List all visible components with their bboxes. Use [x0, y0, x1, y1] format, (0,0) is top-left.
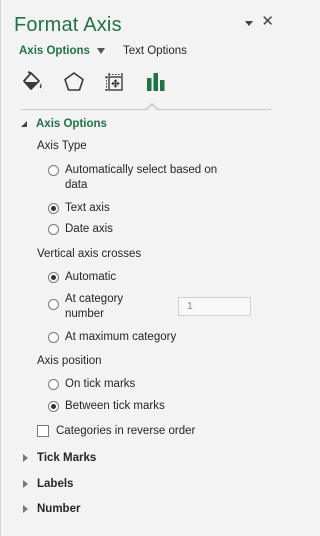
section-labels[interactable]: Labels — [21, 478, 73, 490]
collapsed-triangle-icon — [23, 454, 28, 462]
checkbox-label: Categories in reverse order — [56, 425, 196, 437]
tab-axis-options[interactable]: Axis Options — [19, 45, 90, 57]
radio-crosses-at-max[interactable]: At maximum category — [48, 330, 176, 345]
format-axis-pane: Format Axis ✕ Axis Options Text Options — [0, 0, 286, 536]
radio-button-selected[interactable] — [48, 203, 59, 214]
task-pane-options-icon[interactable] — [245, 20, 254, 26]
section-axis-options[interactable]: Axis Options — [21, 118, 107, 130]
radio-label: Between tick marks — [65, 400, 165, 412]
axis-type-label: Axis Type — [37, 140, 87, 152]
radio-label: Automatic — [65, 271, 117, 283]
radio-automatic-axis-type[interactable]: Automatically select based on data — [48, 163, 217, 193]
radio-date-axis[interactable]: Date axis — [48, 222, 113, 237]
radio-between-tick-marks[interactable]: Between tick marks — [48, 399, 165, 414]
radio-text-axis[interactable]: Text axis — [48, 201, 110, 216]
checkbox-reverse-order[interactable]: Categories in reverse order — [37, 424, 195, 439]
close-icon[interactable]: ✕ — [261, 14, 274, 29]
category-number-input[interactable]: 1 — [178, 297, 251, 316]
section-tick-marks[interactable]: Tick Marks — [21, 452, 96, 464]
section-number[interactable]: Number — [21, 503, 80, 515]
radio-button-selected[interactable] — [48, 272, 59, 283]
radio-button[interactable] — [48, 299, 59, 310]
tab-text-options[interactable]: Text Options — [123, 45, 187, 57]
chevron-down-icon[interactable] — [96, 48, 105, 54]
section-title: Number — [37, 503, 81, 515]
radio-label: Text axis — [65, 202, 110, 214]
section-title: Tick Marks — [37, 452, 97, 464]
expanded-triangle-icon — [21, 121, 27, 127]
radio-button[interactable] — [48, 379, 59, 390]
radio-label: At maximum category — [65, 331, 177, 343]
category-icon-row — [19, 68, 170, 96]
radio-button[interactable] — [48, 165, 59, 176]
radio-button-selected[interactable] — [48, 401, 59, 412]
radio-label: At category number — [65, 293, 124, 320]
radio-button[interactable] — [48, 332, 59, 343]
radio-on-tick-marks[interactable]: On tick marks — [48, 377, 135, 392]
axis-options-bar-icon[interactable] — [142, 68, 170, 96]
pane-title: Format Axis — [14, 14, 122, 36]
section-title: Labels — [37, 478, 74, 490]
section-title: Axis Options — [36, 118, 107, 130]
fill-line-icon[interactable] — [19, 68, 47, 96]
radio-crosses-at-category[interactable]: At category number — [48, 292, 123, 322]
option-tabs: Axis Options Text Options — [19, 45, 187, 57]
radio-crosses-automatic[interactable]: Automatic — [48, 270, 116, 285]
pane-header-controls: ✕ — [245, 14, 274, 29]
checkbox[interactable] — [37, 425, 49, 437]
vertical-crosses-label: Vertical axis crosses — [37, 248, 142, 260]
axis-position-label: Axis position — [37, 355, 102, 367]
collapsed-triangle-icon — [23, 480, 28, 488]
radio-label: Automatically select based on data — [65, 164, 218, 191]
effects-pentagon-icon[interactable] — [60, 68, 88, 96]
size-properties-icon[interactable] — [101, 68, 129, 96]
radio-button[interactable] — [48, 224, 59, 235]
collapsed-triangle-icon — [23, 505, 28, 513]
radio-label: Date axis — [65, 223, 113, 235]
radio-label: On tick marks — [65, 378, 136, 390]
